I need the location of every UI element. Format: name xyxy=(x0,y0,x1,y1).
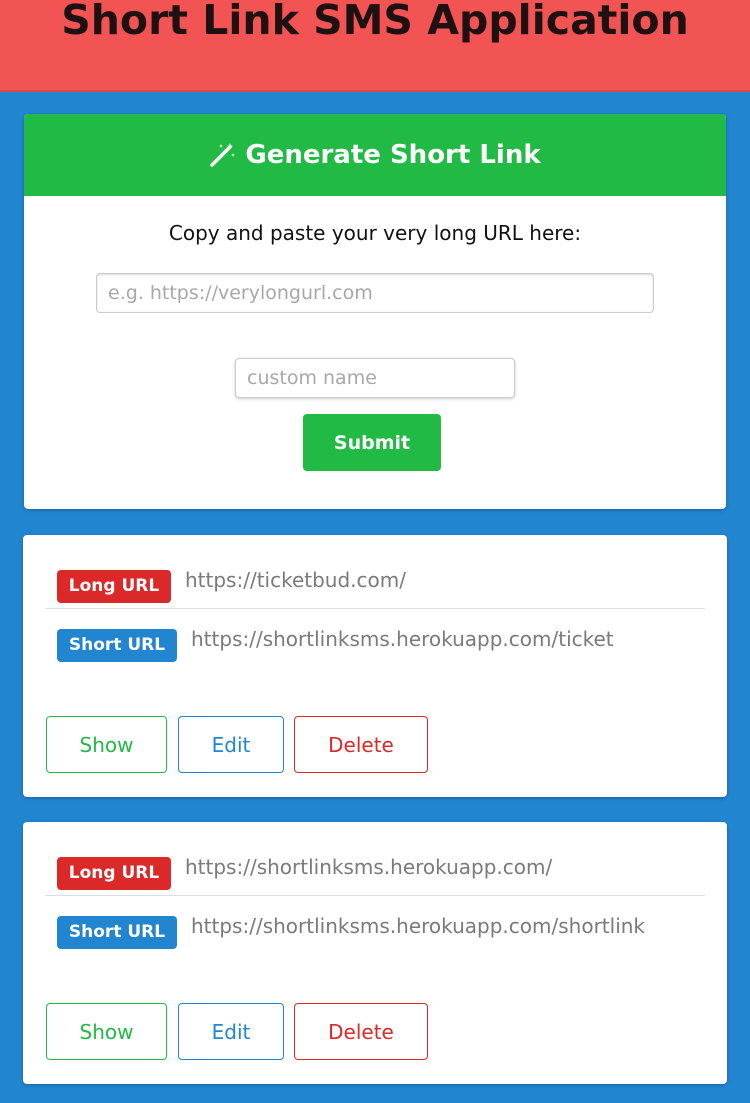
long-url-badge: Long URL xyxy=(57,857,171,890)
long-url-value: https://ticketbud.com/ xyxy=(185,568,406,592)
custom-name-input[interactable] xyxy=(235,358,515,398)
generate-card: Generate Short Link Copy and paste your … xyxy=(24,114,726,509)
show-button[interactable]: Show xyxy=(46,716,167,773)
long-url-row: Long URL https://ticketbud.com/ xyxy=(45,562,705,609)
long-url-value: https://shortlinksms.herokuapp.com/ xyxy=(185,855,553,879)
url-instruction: Copy and paste your very long URL here: xyxy=(168,221,582,245)
generate-card-title: Generate Short Link xyxy=(245,140,541,170)
delete-button[interactable]: Delete xyxy=(294,716,428,773)
link-card: Long URL https://ticketbud.com/ Short UR… xyxy=(23,535,727,797)
short-url-row: Short URL https://shortlinksms.herokuapp… xyxy=(45,621,705,667)
long-url-input[interactable] xyxy=(96,273,654,313)
app-header: Short Link SMS Application xyxy=(0,0,750,92)
edit-button[interactable]: Edit xyxy=(178,716,284,773)
magic-wand-icon xyxy=(210,143,236,167)
short-url-badge: Short URL xyxy=(57,629,177,662)
link-card: Long URL https://shortlinksms.herokuapp.… xyxy=(23,822,727,1084)
submit-button[interactable]: Submit xyxy=(303,414,441,471)
show-button[interactable]: Show xyxy=(46,1003,167,1060)
short-url-value: https://shortlinksms.herokuapp.com/short… xyxy=(191,914,646,938)
short-url-badge: Short URL xyxy=(57,916,177,949)
edit-button[interactable]: Edit xyxy=(178,1003,284,1060)
delete-button[interactable]: Delete xyxy=(294,1003,428,1060)
generate-card-header: Generate Short Link xyxy=(24,114,726,196)
app-title: Short Link SMS Application xyxy=(61,0,689,44)
long-url-badge: Long URL xyxy=(57,570,171,603)
short-url-value: https://shortlinksms.herokuapp.com/ticke… xyxy=(191,627,614,651)
long-url-row: Long URL https://shortlinksms.herokuapp.… xyxy=(45,849,705,896)
short-url-row: Short URL https://shortlinksms.herokuapp… xyxy=(45,908,705,954)
